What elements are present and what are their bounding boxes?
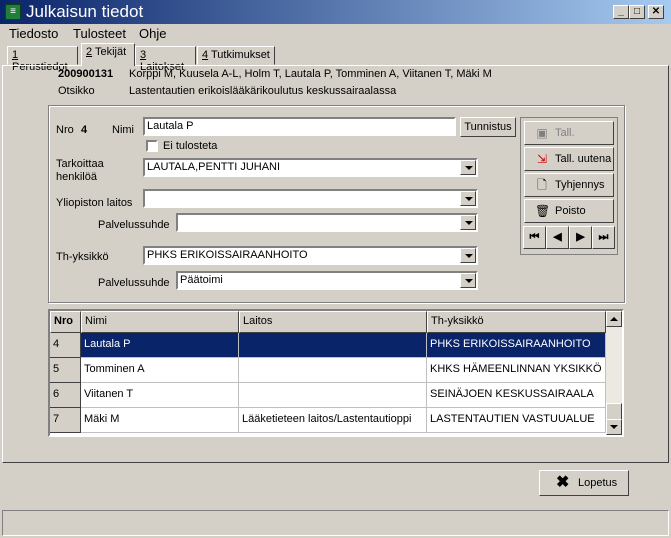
combo-value: Päätoimi xyxy=(180,274,223,286)
first-record-button[interactable]: ⏮ xyxy=(523,226,546,249)
row-laitos[interactable] xyxy=(239,333,427,358)
thyksikko-combo[interactable]: PHKS ERIKOISSAIRAANHOITO xyxy=(143,246,478,265)
row-nimi[interactable]: Tomminen A xyxy=(81,358,239,383)
row-thyksikko[interactable]: SEINÄJOEN KESKUSSAIRAALA xyxy=(427,383,606,408)
scroll-down-icon[interactable] xyxy=(606,419,622,435)
row-laitos[interactable] xyxy=(239,358,427,383)
tarkoittaa-label: Tarkoittaa xyxy=(56,158,104,170)
row-laitos[interactable] xyxy=(239,383,427,408)
nimi-label: Nimi xyxy=(112,124,134,136)
yliopiston-label: Yliopiston laitos xyxy=(56,197,133,209)
row-thyksikko[interactable]: PHKS ERIKOISSAIRAANHOITO xyxy=(427,333,606,358)
lopetus-button[interactable]: ✖ Lopetus xyxy=(539,470,629,496)
header-laitos[interactable]: Laitos xyxy=(239,311,427,333)
prev-record-button[interactable]: ◀ xyxy=(546,226,569,249)
palvelussuhde2-label: Palvelussuhde xyxy=(98,277,170,289)
lopetus-label: Lopetus xyxy=(578,477,618,489)
chevron-down-icon[interactable] xyxy=(460,160,476,175)
authors-grid[interactable]: Nro Nimi Laitos Th-yksikkö 4 Lautala P P… xyxy=(48,309,624,437)
row-nimi[interactable]: Viitanen T xyxy=(81,383,239,408)
menu-ohje[interactable]: Ohje xyxy=(139,26,166,41)
tall-uutena-button[interactable]: ⇲ Tall. uutena xyxy=(524,147,614,171)
yliopiston-combo[interactable] xyxy=(143,189,478,208)
tab-num: 3 xyxy=(140,49,147,61)
title-label: Otsikko xyxy=(58,85,95,97)
row-nro[interactable]: 6 xyxy=(50,383,81,408)
save-icon: ▣ xyxy=(536,126,548,140)
row-thyksikko[interactable]: KHKS HÄMEENLINNAN YKSIKKÖ xyxy=(427,358,606,383)
menu-tiedosto[interactable]: Tiedosto xyxy=(9,26,58,41)
close-x-icon: ✖ xyxy=(556,474,570,491)
header-thyksikko[interactable]: Th-yksikkö xyxy=(427,311,606,333)
nro-value: 4 xyxy=(81,124,88,136)
new-page-icon: 🗋 xyxy=(537,178,547,192)
nimi-input[interactable]: Lautala P xyxy=(143,117,456,136)
tab-perustiedot[interactable]: 1 Perustiedot xyxy=(7,46,78,73)
thyksikko-label: Th-yksikkö xyxy=(56,251,109,263)
nro-label: Nro xyxy=(56,124,74,136)
title-bar[interactable]: ≡ Julkaisun tiedot _ □ ✕ xyxy=(0,0,671,24)
close-button[interactable]: ✕ xyxy=(648,5,664,19)
tall-uutena-label: Tall. uutena xyxy=(555,153,612,165)
tab-tutkimukset[interactable]: 4 Tutkimukset xyxy=(197,46,275,65)
last-record-button[interactable]: ⏭ xyxy=(592,226,615,249)
combo-value: PHKS ERIKOISSAIRAANHOITO xyxy=(147,249,308,261)
tab-num: 1 xyxy=(12,49,19,61)
tall-muutos-button[interactable]: ▣ Tall. muutos xyxy=(524,121,614,161)
trash-icon: 🗑 xyxy=(535,204,551,218)
header-nro[interactable]: Nro xyxy=(50,311,81,333)
ei-tulosteta-label: Ei tulosteta xyxy=(163,140,218,152)
window-title: Julkaisun tiedot xyxy=(26,2,144,21)
palvelussuhde1-combo[interactable] xyxy=(176,213,478,232)
row-nro[interactable]: 7 xyxy=(50,408,81,433)
palvelussuhde2-combo[interactable]: Päätoimi xyxy=(176,271,478,290)
tab-num: 2 xyxy=(86,46,93,58)
scroll-up-icon[interactable] xyxy=(606,311,622,327)
menu-tulosteet[interactable]: Tulosteet xyxy=(73,26,126,41)
next-record-button[interactable]: ▶ xyxy=(569,226,592,249)
document-app-icon: ≡ xyxy=(5,4,21,20)
tab-num: 4 xyxy=(202,49,209,61)
status-bar xyxy=(2,510,669,536)
tunnistus-button[interactable]: Tunnistus xyxy=(460,117,516,137)
tab-label: Tekijät xyxy=(94,46,127,58)
poisto-button[interactable]: 🗑 Poisto xyxy=(524,199,614,223)
row-thyksikko[interactable]: LASTENTAUTIEN VASTUUALUE xyxy=(427,408,606,433)
palvelussuhde1-label: Palvelussuhde xyxy=(98,219,170,231)
chevron-down-icon[interactable] xyxy=(460,248,476,263)
tarkoittaa-combo[interactable]: LAUTALA,PENTTI JUHANI xyxy=(143,158,478,177)
row-laitos[interactable]: Lääketieteen laitos/Lastentautioppi xyxy=(239,408,427,433)
publication-id: 200900131 xyxy=(58,68,114,80)
chevron-down-icon[interactable] xyxy=(460,215,476,230)
tyhjennys-button[interactable]: 🗋 Tyhjennys xyxy=(524,173,614,197)
add-new-icon: ⇲ xyxy=(536,152,548,166)
row-nimi[interactable]: Lautala P xyxy=(81,333,239,358)
ei-tulosteta-checkbox[interactable] xyxy=(146,140,158,152)
menu-bar: Tiedosto Tulosteet Ohje xyxy=(0,24,671,43)
tab-laitokset[interactable]: 3 Laitokset xyxy=(135,46,196,73)
minimize-button[interactable]: _ xyxy=(613,5,629,19)
maximize-button[interactable]: □ xyxy=(629,5,645,19)
combo-value: LAUTALA,PENTTI JUHANI xyxy=(147,161,281,173)
grid-scrollbar[interactable] xyxy=(606,311,622,435)
publication-title: Lastentautien erikoislääkärikoulutus kes… xyxy=(129,85,397,97)
chevron-down-icon[interactable] xyxy=(460,273,476,288)
header-nimi[interactable]: Nimi xyxy=(81,311,239,333)
row-nro[interactable]: 4 xyxy=(50,333,81,358)
poisto-label: Poisto xyxy=(555,205,586,217)
tab-tekijat[interactable]: 2 Tekijät xyxy=(81,43,135,66)
row-nro[interactable]: 5 xyxy=(50,358,81,383)
tab-label: Tutkimukset xyxy=(210,49,270,61)
tyhjennys-label: Tyhjennys xyxy=(555,179,605,191)
henkiloa-label: henkilöä xyxy=(56,171,97,183)
chevron-down-icon[interactable] xyxy=(460,191,476,206)
publication-authors: Korppi M, Kuusela A-L, Holm T, Lautala P… xyxy=(129,68,492,80)
row-nimi[interactable]: Mäki M xyxy=(81,408,239,433)
